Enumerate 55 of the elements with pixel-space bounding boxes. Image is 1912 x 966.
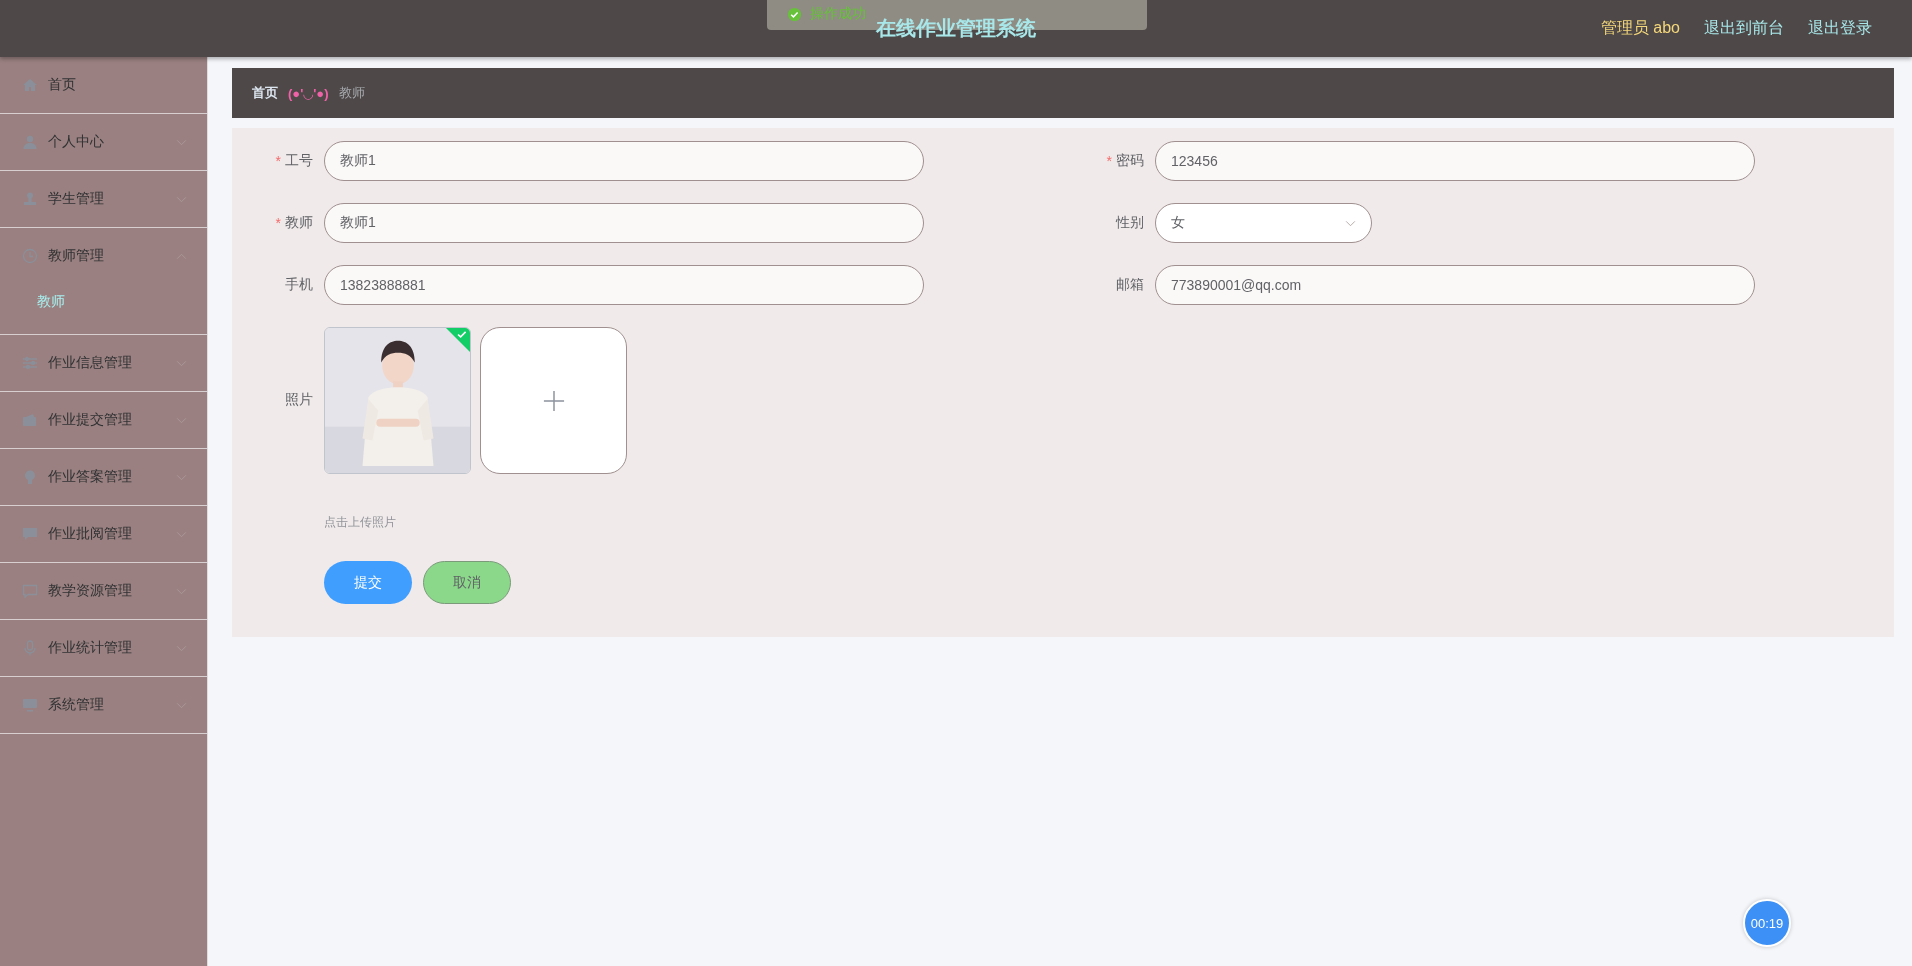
toast-message: 操作成功 [810,5,866,23]
upload-success-icon [446,328,470,352]
menu-item[interactable]: 教学资源管理 [0,563,207,619]
success-icon [787,6,802,22]
menu-item[interactable]: 教师管理 [0,228,207,284]
field-label: 工号 [285,152,313,170]
upload-button[interactable] [480,327,627,474]
input-field[interactable]: 教师1 [324,141,924,181]
monitor-icon [22,697,38,713]
menu-item[interactable]: 个人中心 [0,114,207,170]
field-label: 照片 [285,391,313,409]
menu-item[interactable]: 首页 [0,57,207,113]
field-label: 邮箱 [1116,276,1144,294]
wallet-icon [22,412,38,428]
home-icon [22,77,38,93]
user-name: 管理员 abo [1600,18,1680,38]
cancel-button[interactable]: 取消 [423,561,511,604]
header-link[interactable]: 退出到前台 [1704,18,1784,39]
field-label: 教师 [285,214,313,232]
chevron-down-icon [1345,219,1356,227]
mic-icon [22,640,38,656]
menu-item[interactable]: 学生管理 [0,171,207,227]
field-label: 手机 [285,276,313,294]
sliders-icon [22,355,38,371]
breadcrumb-current: 教师 [338,84,365,102]
required-mark: * [275,215,281,231]
required-mark: * [1106,153,1112,169]
user-icon [22,134,38,150]
field-label: 密码 [1116,152,1144,170]
menu-item[interactable]: 作业答案管理 [0,449,207,505]
breadcrumb-separator: (●'◡'●) [288,85,329,101]
upload-hint: 点击上传照片 [324,514,397,531]
breadcrumb-link[interactable]: 首页 [252,84,278,102]
submenu-item[interactable]: 教师 [0,284,207,326]
input-field[interactable]: 773890001@qq.com [1155,265,1755,305]
stamp-icon [22,191,38,207]
header-link[interactable]: 退出登录 [1808,18,1872,39]
menu-item[interactable]: 系统管理 [0,677,207,733]
submit-button[interactable]: 提交 [324,561,412,604]
menu-item[interactable]: 作业批阅管理 [0,506,207,562]
field-label: 性别 [1116,214,1144,232]
select-field[interactable]: 女 [1155,203,1372,243]
menu-item[interactable]: 作业统计管理 [0,620,207,676]
input-field[interactable]: 123456 [1155,141,1755,181]
input-field[interactable]: 13823888881 [324,265,924,305]
input-field[interactable]: 教师1 [324,203,924,243]
menu-item[interactable]: 作业提交管理 [0,392,207,448]
plus-icon [542,389,565,412]
chat-outline-icon [22,583,38,599]
menu-item[interactable]: 作业信息管理 [0,335,207,391]
timer-badge: 00:19 [1743,899,1791,947]
bulb-icon [22,469,38,485]
clock-icon [22,248,38,264]
required-mark: * [275,153,281,169]
chat-icon [22,526,38,542]
